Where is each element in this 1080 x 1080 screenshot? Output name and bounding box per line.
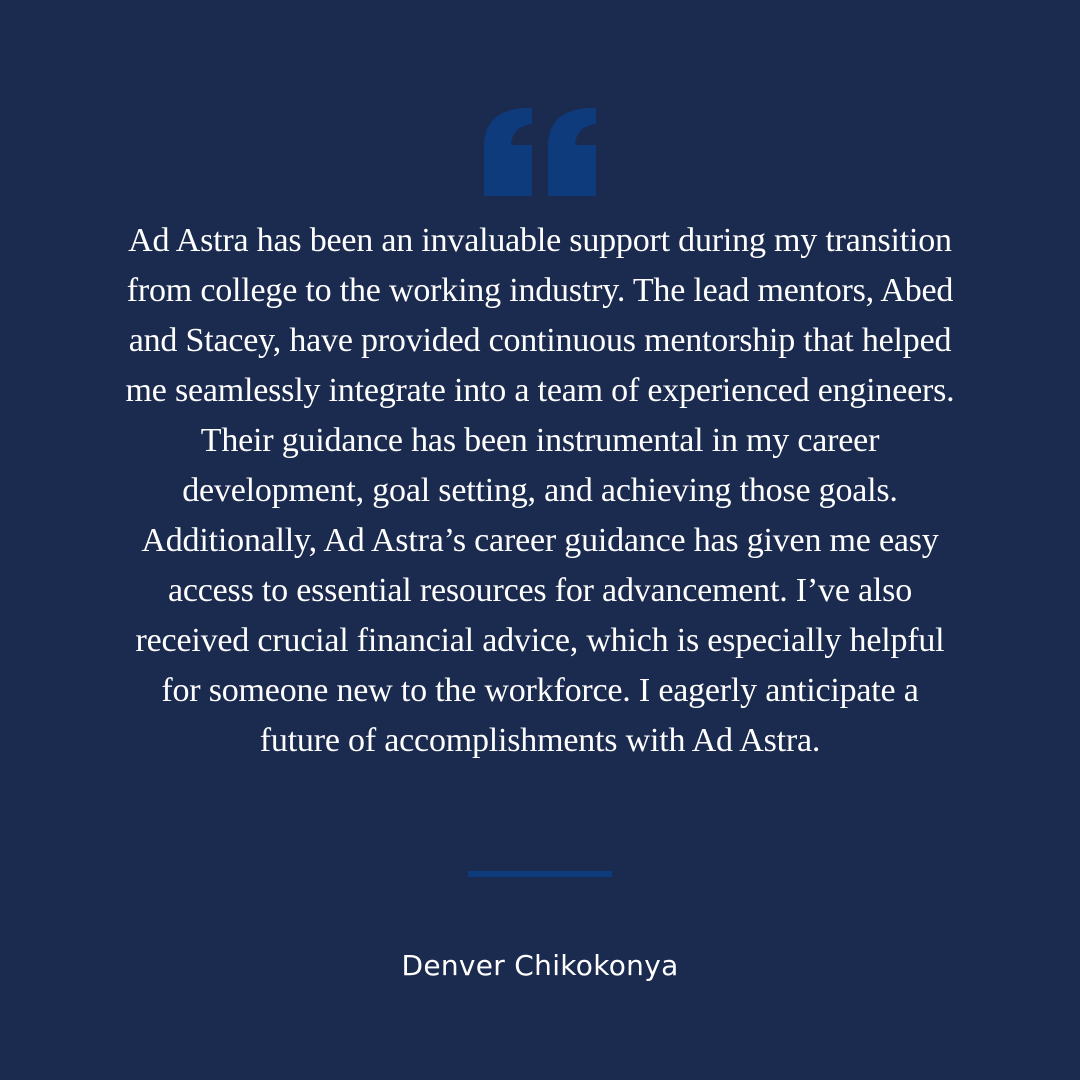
opening-quote-icon (484, 108, 596, 196)
testimonial-author: Denver Chikokonya (401, 949, 679, 982)
quote-divider (468, 871, 612, 877)
testimonial-card: Ad Astra has been an invaluable support … (0, 0, 1080, 1080)
testimonial-quote-text: Ad Astra has been an invaluable support … (125, 222, 955, 759)
